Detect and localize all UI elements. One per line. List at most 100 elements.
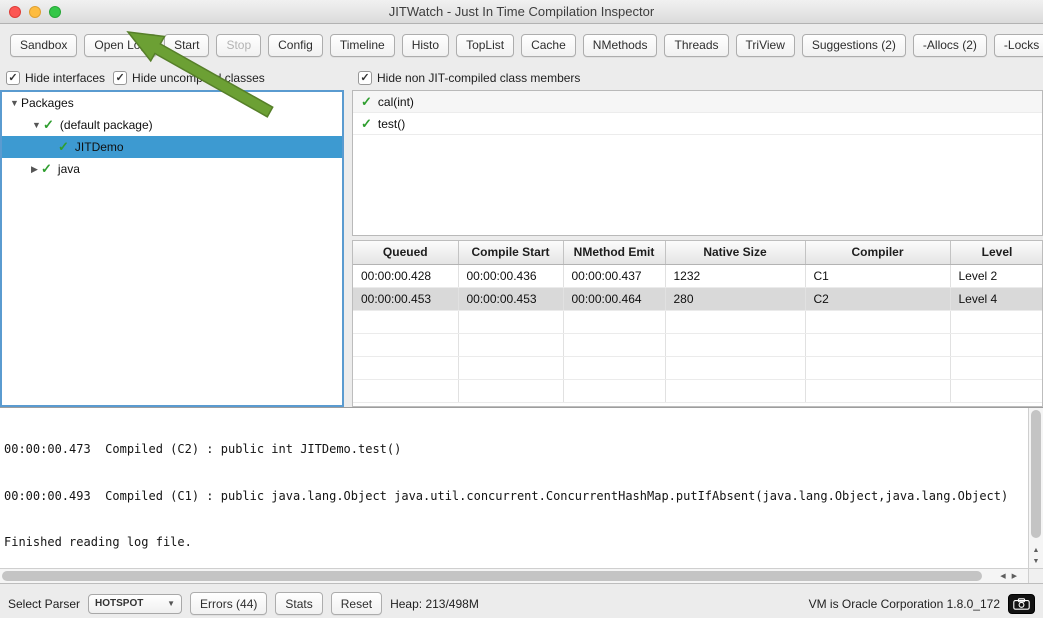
log-line: Finished reading log file. [4, 535, 1024, 551]
log-area: 00:00:00.473 Compiled (C2) : public int … [0, 407, 1043, 584]
table-empty-row [353, 356, 1043, 379]
tree-item-label: Packages [21, 96, 74, 110]
column-header-queued[interactable]: Queued [353, 241, 458, 264]
compiled-check-icon: ✓ [41, 161, 52, 177]
member-list: ✓ cal(int) ✓ test() [352, 90, 1043, 236]
checkbox-check-icon: ✓ [358, 71, 372, 85]
cell-compile-start: 00:00:00.453 [458, 287, 563, 310]
compiled-check-icon: ✓ [361, 94, 372, 110]
timeline-button[interactable]: Timeline [330, 34, 395, 57]
cell-level: Level 4 [950, 287, 1043, 310]
start-button[interactable]: Start [164, 34, 209, 57]
compiled-check-icon: ✓ [58, 139, 69, 155]
select-parser-label: Select Parser [8, 597, 80, 611]
cell-nmethod-emit: 00:00:00.464 [563, 287, 665, 310]
compiled-check-icon: ✓ [361, 116, 372, 132]
compiled-check-icon: ✓ [43, 117, 54, 133]
cell-compiler: C2 [805, 287, 950, 310]
parser-dropdown[interactable]: HOTSPOT ▼ [88, 594, 182, 614]
hide-interfaces-label: Hide interfaces [25, 71, 105, 85]
errors-button[interactable]: Errors (44) [190, 592, 267, 615]
cell-queued: 00:00:00.428 [353, 264, 458, 287]
chevron-down-icon: ▼ [167, 599, 175, 608]
column-header-level[interactable]: Level [950, 241, 1043, 264]
log-line: 00:00:00.493 Compiled (C1) : public java… [4, 489, 1024, 505]
cell-compile-start: 00:00:00.436 [458, 264, 563, 287]
checkbox-check-icon: ✓ [113, 71, 127, 85]
open-log-button[interactable]: Open Log [84, 34, 157, 57]
tree-item-jitdemo[interactable]: ✓ JITDemo [2, 136, 342, 158]
nmethods-button[interactable]: NMethods [583, 34, 658, 57]
horizontal-scrollbar[interactable]: ◀▶ [0, 568, 1028, 583]
disclosure-open-icon[interactable]: ▼ [8, 98, 21, 108]
table-empty-row [353, 310, 1043, 333]
stats-button[interactable]: Stats [275, 592, 322, 615]
statusbar: Select Parser HOTSPOT ▼ Errors (44) Stat… [0, 589, 1043, 618]
column-header-compiler[interactable]: Compiler [805, 241, 950, 264]
screenshot-button[interactable] [1008, 594, 1035, 614]
suggestions-button[interactable]: Suggestions (2) [802, 34, 906, 57]
parser-dropdown-value: HOTSPOT [95, 598, 143, 609]
tree-item-default-package[interactable]: ▼ ✓ (default package) [2, 114, 342, 136]
compilation-table: Queued Compile Start NMethod Emit Native… [352, 240, 1043, 407]
table-row[interactable]: 00:00:00.453 00:00:00.453 00:00:00.464 2… [353, 287, 1043, 310]
package-panel-header: ✓ Hide interfaces ✓ Hide uncompiled clas… [0, 66, 344, 90]
hide-uncompiled-checkbox[interactable]: ✓ Hide uncompiled classes [113, 71, 265, 85]
column-header-native-size[interactable]: Native Size [665, 241, 805, 264]
scroll-left-right-icons[interactable]: ◀▶ [1000, 571, 1023, 582]
cell-native-size: 1232 [665, 264, 805, 287]
titlebar: JITWatch - Just In Time Compilation Insp… [0, 0, 1043, 24]
toplist-button[interactable]: TopList [456, 34, 514, 57]
sandbox-button[interactable]: Sandbox [10, 34, 77, 57]
locks-button[interactable]: -Locks (0) [994, 34, 1043, 57]
tree-item-label: java [58, 162, 80, 176]
cache-button[interactable]: Cache [521, 34, 576, 57]
window-title: JITWatch - Just In Time Compilation Insp… [0, 4, 1043, 19]
scrollbar-corner [1028, 568, 1043, 583]
stop-button[interactable]: Stop [216, 34, 261, 57]
log-line: 00:00:00.473 Compiled (C2) : public int … [4, 442, 1024, 458]
table-header-row: Queued Compile Start NMethod Emit Native… [353, 241, 1043, 264]
cell-native-size: 280 [665, 287, 805, 310]
heap-label: Heap: 213/498M [390, 597, 479, 611]
vm-info-label: VM is Oracle Corporation 1.8.0_172 [809, 597, 1000, 611]
log-output[interactable]: 00:00:00.473 Compiled (C2) : public int … [0, 408, 1028, 568]
column-header-nmethod-emit[interactable]: NMethod Emit [563, 241, 665, 264]
jitwatch-window: JITWatch - Just In Time Compilation Insp… [0, 0, 1043, 618]
table-row[interactable]: 00:00:00.428 00:00:00.436 00:00:00.437 1… [353, 264, 1043, 287]
tree-item-java[interactable]: ▶ ✓ java [2, 158, 342, 180]
disclosure-closed-icon[interactable]: ▶ [28, 164, 41, 175]
member-item-test[interactable]: ✓ test() [353, 113, 1042, 135]
disclosure-open-icon[interactable]: ▼ [30, 120, 43, 130]
config-button[interactable]: Config [268, 34, 323, 57]
histo-button[interactable]: Histo [402, 34, 449, 57]
cell-level: Level 2 [950, 264, 1043, 287]
scroll-down-icon[interactable]: ▼ [1029, 556, 1043, 567]
scroll-up-icon[interactable]: ▲ [1029, 545, 1043, 556]
member-item-cal[interactable]: ✓ cal(int) [353, 91, 1042, 113]
member-label: cal(int) [378, 95, 414, 109]
cell-queued: 00:00:00.453 [353, 287, 458, 310]
triview-button[interactable]: TriView [736, 34, 795, 57]
reset-button[interactable]: Reset [331, 592, 382, 615]
column-header-compile-start[interactable]: Compile Start [458, 241, 563, 264]
member-label: test() [378, 117, 405, 131]
threads-button[interactable]: Threads [664, 34, 728, 57]
allocs-button[interactable]: -Allocs (2) [913, 34, 987, 57]
hide-interfaces-checkbox[interactable]: ✓ Hide interfaces [6, 71, 105, 85]
hide-non-jit-label: Hide non JIT-compiled class members [377, 71, 580, 85]
vertical-scrollbar[interactable]: ▲ ▼ [1028, 408, 1043, 568]
table-empty-row [353, 333, 1043, 356]
cell-nmethod-emit: 00:00:00.437 [563, 264, 665, 287]
vertical-scrollbar-thumb[interactable] [1031, 410, 1041, 538]
horizontal-scrollbar-thumb[interactable] [2, 571, 982, 581]
hide-non-jit-checkbox[interactable]: ✓ Hide non JIT-compiled class members [358, 71, 580, 85]
package-panel: ✓ Hide interfaces ✓ Hide uncompiled clas… [0, 66, 344, 407]
main-toolbar: Sandbox Open Log Start Stop Config Timel… [0, 25, 1043, 65]
tree-item-packages[interactable]: ▼ Packages [2, 92, 342, 114]
hide-uncompiled-label: Hide uncompiled classes [132, 71, 265, 85]
package-tree: ▼ Packages ▼ ✓ (default package) ✓ JITDe… [0, 90, 344, 407]
member-panel-header: ✓ Hide non JIT-compiled class members [352, 66, 1043, 90]
table-empty-row [353, 379, 1043, 402]
checkbox-check-icon: ✓ [6, 71, 20, 85]
